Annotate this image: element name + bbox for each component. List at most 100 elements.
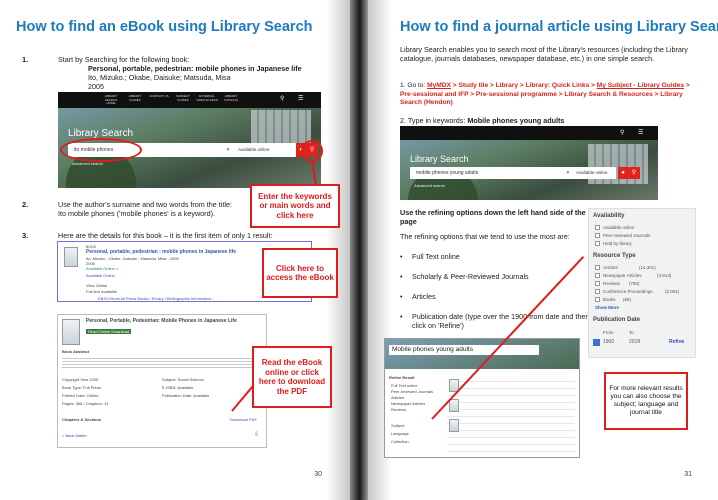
abstract-label: Book Abstract — [62, 349, 90, 354]
filter-item[interactable]: Articles — [603, 265, 618, 270]
checkbox[interactable] — [595, 289, 600, 294]
nav-item[interactable]: LIBRARY CATALOG — [220, 94, 242, 102]
mini-filter[interactable]: Newspaper Articles — [391, 401, 425, 406]
microphone-icon[interactable]: ● — [618, 167, 628, 179]
checked-checkbox[interactable] — [593, 339, 600, 346]
result-title[interactable]: Personal, portable, pedestrian : mobile … — [86, 250, 286, 255]
callout-access: Click here to access the eBook — [262, 248, 338, 298]
step-2-keywords: Ito mobile phones ('mobile phones' is a … — [58, 209, 215, 218]
chapters-label: Chapters & Sections — [62, 417, 102, 422]
search-button[interactable]: ⚲ — [628, 167, 640, 179]
filter-item[interactable]: Reviews — [603, 281, 620, 286]
availability-link[interactable]: Available Online > — [86, 266, 118, 271]
clear-icon[interactable]: ✕ — [226, 147, 230, 153]
refine-button[interactable]: Refine — [669, 339, 684, 345]
bullet-item: Publication date (type over the 1900 fro… — [400, 312, 592, 330]
available-online-link[interactable]: Available Online — [86, 273, 115, 278]
highlight-circle — [301, 140, 323, 162]
scope-select[interactable]: Available online — [576, 170, 607, 175]
book-title: Personal, portable, pedestrian: mobile p… — [88, 64, 302, 73]
checkbox[interactable] — [595, 233, 600, 238]
filter-item[interactable]: Books — [603, 297, 616, 302]
scope-select[interactable]: Available online — [238, 147, 269, 152]
right-page-title: How to find a journal article using Libr… — [400, 19, 718, 35]
mini-filter[interactable]: Peer-reviewed Journals — [391, 389, 433, 394]
record-cover — [62, 319, 80, 345]
right-page: How to find a journal article using Libr… — [368, 0, 718, 500]
provider-link[interactable]: EBSCOhost All Press Books / Ebrary / Bib… — [98, 296, 214, 301]
record-field: Publication Date: Available — [162, 393, 210, 398]
mini-filter[interactable]: Full Text online — [391, 383, 418, 388]
callout-keywords: Enter the keywords or main words and cli… — [250, 184, 340, 228]
library-search-banner: ⚲ ☰ Library Search mobile phones young a… — [400, 126, 658, 200]
menu-icon[interactable]: ☰ — [298, 95, 303, 102]
nav-item[interactable]: LIBRARY SEARCH HOME — [100, 94, 122, 106]
filter-item[interactable]: Available online — [603, 225, 634, 230]
mini-search-input[interactable]: Mobile phones young adults — [389, 345, 539, 355]
filter-item[interactable]: Held by library — [603, 241, 632, 246]
nav-item[interactable]: SUBJECT GUIDES — [172, 94, 194, 102]
checkbox[interactable] — [595, 225, 600, 230]
step-1-path: 1. Go to: MyMDX > Study tile > Library >… — [400, 82, 692, 108]
checkbox[interactable] — [595, 297, 600, 302]
mini-filter[interactable]: Articles — [391, 395, 404, 400]
filter-count: (2,001) — [665, 289, 680, 294]
to-year-input[interactable]: 2018 — [629, 339, 640, 345]
record-badges[interactable]: Read Online Download — [86, 329, 132, 334]
subject-guides-link[interactable]: My Subject - Library Guides — [597, 82, 684, 89]
view-online-tab[interactable]: View Online — [86, 283, 107, 288]
path-segment: > Study tile > Library > Library: Quick … — [450, 82, 597, 89]
highlight-ellipse — [60, 138, 142, 162]
left-page: How to find an eBook using Library Searc… — [0, 0, 350, 500]
resource-type-heading[interactable]: Resource Type — [593, 253, 636, 259]
checkbox[interactable] — [595, 241, 600, 246]
nav-item[interactable]: LIBRARY GUIDES — [124, 94, 146, 102]
left-page-title: How to find an eBook using Library Searc… — [16, 19, 313, 35]
subject-filter[interactable]: Subject — [391, 423, 404, 428]
publication-date-heading[interactable]: Publication Date — [593, 317, 640, 323]
checkbox[interactable] — [595, 265, 600, 270]
advanced-search-link[interactable]: Advanced search — [414, 183, 445, 188]
filter-item[interactable]: Newspaper Articles — [603, 273, 642, 278]
nav-item[interactable]: CONTACT US — [148, 94, 170, 99]
step-3-text: Here are the details for this book – it … — [58, 231, 273, 240]
filter-count: (68) — [623, 297, 632, 302]
menu-icon[interactable]: ☰ — [638, 129, 643, 136]
search-input[interactable]: mobile phones young adults ✕ Available o… — [410, 167, 616, 179]
back-matter-link[interactable]: < Back Matter — [62, 433, 87, 438]
pin-icon[interactable]: ⚲ — [280, 95, 284, 102]
from-year-input[interactable]: 1900 — [603, 339, 614, 345]
filter-item[interactable]: Peer-reviewed Journals — [603, 233, 650, 238]
filter-count: (14,301) — [639, 265, 656, 270]
to-label: To — [629, 330, 634, 335]
top-nav: ⚲ ☰ — [400, 126, 658, 140]
search-query: mobile phones young adults — [416, 170, 479, 176]
step-2-label: 2. Type in keywords: — [400, 116, 468, 125]
mini-filter[interactable]: Reviews — [391, 407, 406, 412]
mini-thumb — [449, 419, 459, 432]
show-more-link[interactable]: Show More — [595, 305, 619, 310]
filter-item[interactable]: Conference Proceedings — [603, 289, 653, 294]
step-3-number: 3. — [22, 231, 29, 240]
nav-item[interactable]: EXTERNAL OPEN ACCESS — [196, 94, 218, 102]
checkbox[interactable] — [595, 281, 600, 286]
download-icon[interactable]: ⇩ — [254, 432, 259, 438]
refine-panel: Availability Available online Peer-revie… — [588, 208, 696, 358]
ebook-record: Personal, Portable, Pedestrian: Mobile P… — [57, 314, 267, 448]
availability-heading[interactable]: Availability — [593, 213, 624, 219]
refine-intro: The refining options that we tend to use… — [400, 232, 570, 241]
download-pdf-link[interactable]: Download PDF — [230, 417, 257, 422]
checkbox[interactable] — [595, 273, 600, 278]
refine-result-label: Refine Result — [389, 375, 415, 380]
clear-icon[interactable]: ✕ — [566, 170, 570, 176]
mymdx-link[interactable]: MyMDX — [427, 82, 451, 89]
pin-icon[interactable]: ⚲ — [620, 129, 624, 136]
refine-heading: Use the refining options down the left h… — [400, 208, 586, 226]
full-text-label: Full text available — [86, 289, 117, 294]
record-field: Copyright Year 2005 — [62, 377, 99, 382]
page-number: 30 — [314, 471, 322, 478]
library-search-label: Library Search — [410, 154, 469, 164]
record-title: Personal, Portable, Pedestrian: Mobile P… — [86, 318, 237, 324]
language-filter[interactable]: Language — [391, 431, 409, 436]
collection-filter[interactable]: Collection — [391, 439, 409, 444]
